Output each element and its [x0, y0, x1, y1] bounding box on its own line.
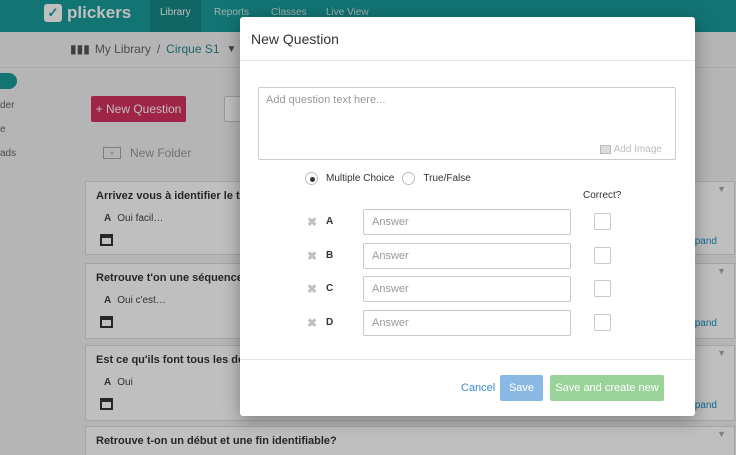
remove-answer-icon[interactable]: ✖	[307, 249, 317, 263]
correct-checkbox-b[interactable]	[594, 247, 611, 264]
answer-input-a[interactable]	[363, 209, 571, 235]
answer-row-d: ✖ D	[307, 310, 637, 336]
answer-input-d[interactable]	[363, 310, 571, 336]
correct-checkbox-c[interactable]	[594, 280, 611, 297]
image-icon	[599, 145, 611, 154]
answer-letter: C	[326, 283, 334, 294]
answer-letter: D	[326, 317, 334, 328]
modal-header: New Question	[240, 17, 695, 61]
true-false-label[interactable]: True/False	[423, 173, 470, 184]
true-false-radio[interactable]	[402, 172, 416, 185]
add-image-button[interactable]: Add Image	[599, 144, 662, 155]
answer-row-b: ✖ B	[307, 243, 637, 269]
answer-input-c[interactable]	[363, 276, 571, 302]
answer-input-b[interactable]	[363, 243, 571, 269]
question-text-box: Add Image	[258, 87, 676, 160]
multiple-choice-radio[interactable]	[305, 172, 318, 185]
modal-footer-divider	[240, 359, 695, 360]
correct-column-header: Correct?	[583, 190, 622, 201]
remove-answer-icon[interactable]: ✖	[307, 282, 317, 296]
multiple-choice-label[interactable]: Multiple Choice	[326, 173, 394, 184]
remove-answer-icon[interactable]: ✖	[307, 215, 317, 229]
add-image-label: Add Image	[613, 144, 662, 155]
correct-checkbox-d[interactable]	[594, 314, 611, 331]
modal-title: New Question	[251, 31, 339, 47]
answer-row-c: ✖ C	[307, 276, 637, 302]
question-type-options: Multiple Choice True/False	[305, 172, 479, 185]
cancel-button[interactable]: Cancel	[461, 382, 495, 394]
remove-answer-icon[interactable]: ✖	[307, 316, 317, 330]
answer-row-a: ✖ A	[307, 209, 637, 235]
save-button[interactable]: Save	[500, 375, 543, 401]
correct-checkbox-a[interactable]	[594, 213, 611, 230]
new-question-modal: New Question Add Image Multiple Choice T…	[240, 17, 695, 416]
answer-letter: B	[326, 250, 334, 261]
answer-letter: A	[326, 216, 334, 227]
save-and-create-new-button[interactable]: Save and create new	[550, 375, 664, 401]
